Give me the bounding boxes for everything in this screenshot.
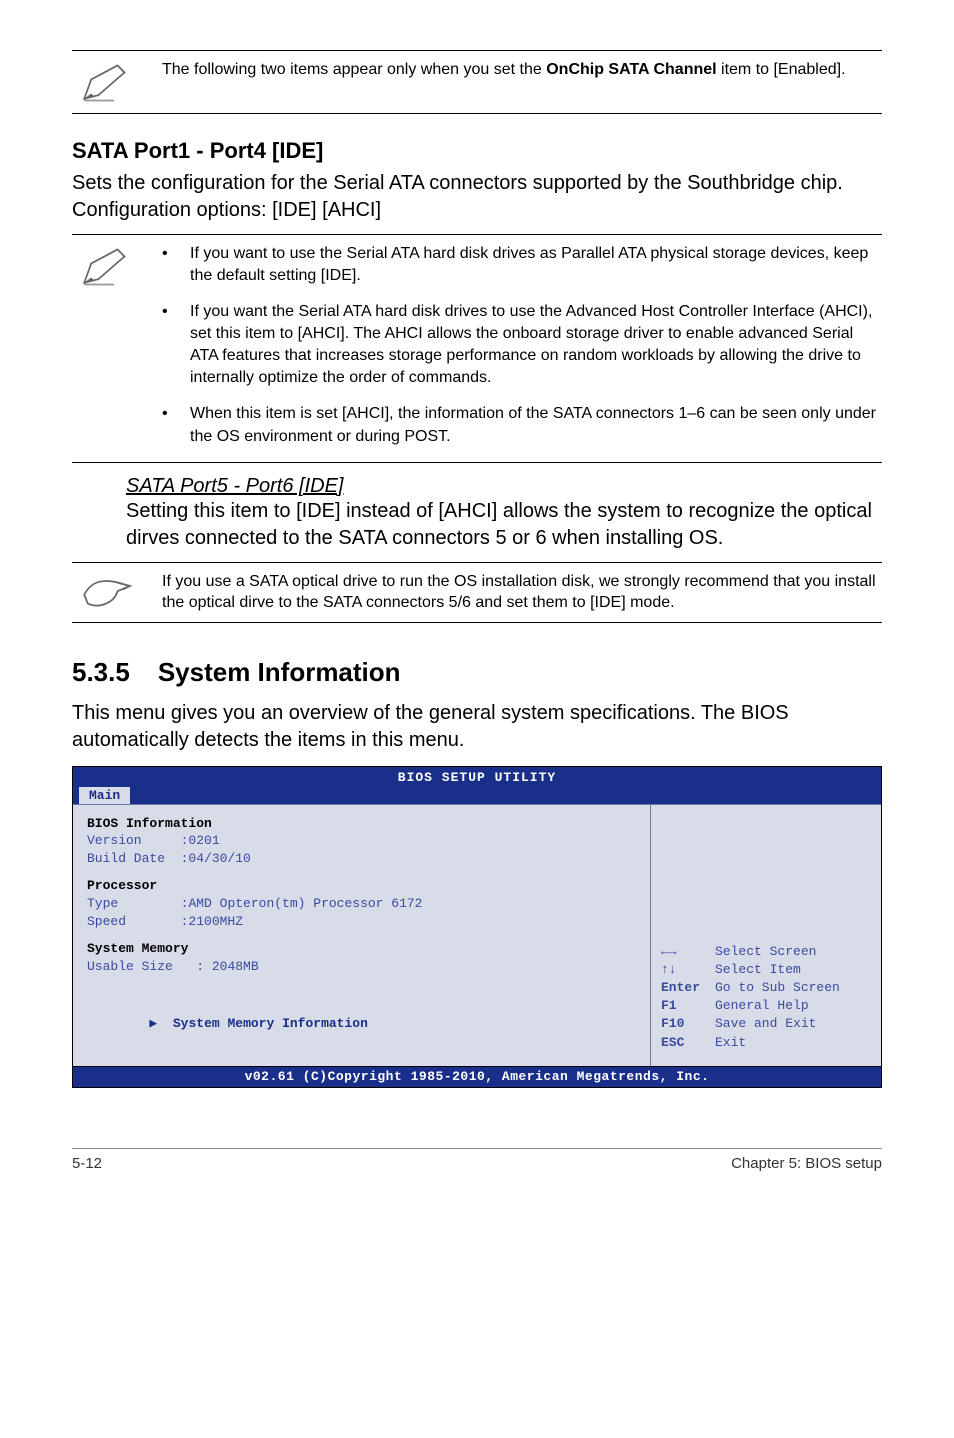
bios-titlebar: BIOS SETUP UTILITY Main (73, 767, 881, 804)
note-optical-drive: If you use a SATA optical drive to run t… (72, 571, 882, 614)
bios-section-processor: Processor (87, 878, 157, 893)
bios-help-row: F10 Save and Exit (661, 1015, 871, 1033)
bios-help-text: Exit (715, 1034, 746, 1052)
bios-help-text: General Help (715, 997, 809, 1015)
bios-help-row: F1 General Help (661, 997, 871, 1015)
bios-help-row: Enter Go to Sub Screen (661, 979, 871, 997)
bios-left-panel: BIOS Information Version :0201 Build Dat… (73, 805, 651, 1066)
bios-help-key: ←→ (661, 943, 707, 961)
bios-help-key: F1 (661, 997, 707, 1015)
heading-sata-port1-4: SATA Port1 - Port4 [IDE] (72, 138, 882, 164)
bios-section-biosinfo: BIOS Information (87, 816, 212, 831)
paragraph-sata-port1-4: Sets the configuration for the Serial AT… (72, 170, 882, 224)
page-footer: 5-12 Chapter 5: BIOS setup (72, 1148, 882, 1172)
bios-label-usable: Usable Size (87, 959, 173, 974)
paragraph-system-information: This menu gives you an overview of the g… (72, 700, 882, 754)
bullet-icon: • (162, 403, 172, 447)
heading-text: System Information (158, 657, 401, 688)
bios-value-usable: : 2048MB (196, 959, 258, 974)
bullet-ide: • If you want to use the Serial ATA hard… (162, 243, 882, 287)
bios-help-key: ESC (661, 1034, 707, 1052)
bios-help-panel: ←→ Select Screen ↑↓ Select Item Enter Go to S… (651, 805, 881, 1066)
triangle-right-icon: ▶ (149, 1016, 157, 1031)
bios-help-row: ESC Exit (661, 1034, 871, 1052)
note-text: The following two items appear only when… (162, 59, 882, 81)
bios-setup-screenshot: BIOS SETUP UTILITY Main BIOS Information… (72, 766, 882, 1088)
bios-label-builddate: Build Date (87, 851, 165, 866)
note-sata-options: • If you want to use the Serial ATA hard… (72, 243, 882, 454)
heading-system-information: 5.3.5 System Information (72, 657, 882, 688)
chapter-label: Chapter 5: BIOS setup (731, 1155, 882, 1172)
bios-section-sysmem: System Memory (87, 941, 188, 956)
bullet-text: If you want to use the Serial ATA hard d… (190, 243, 882, 287)
bios-label-type: Type (87, 896, 118, 911)
bios-value-speed: :2100MHZ (181, 914, 243, 929)
bullet-ahci-info: • When this item is set [AHCI], the info… (162, 403, 882, 447)
bios-help-text: Select Screen (715, 943, 816, 961)
bullet-icon: • (162, 301, 172, 389)
bullet-icon: • (162, 243, 172, 287)
bios-copyright: v02.61 (C)Copyright 1985-2010, American … (73, 1066, 881, 1087)
bios-help-key: ↑↓ (661, 961, 707, 979)
paragraph-sata-port5-6: Setting this item to [IDE] instead of [A… (126, 498, 882, 552)
bios-value-type: :AMD Opteron(tm) Processor 6172 (181, 896, 423, 911)
page-number: 5-12 (72, 1155, 102, 1172)
bullet-text: When this item is set [AHCI], the inform… (190, 403, 882, 447)
bios-submenu-system-memory-info[interactable]: ▶ System Memory Information (87, 997, 636, 1050)
hand-pointer-icon (72, 571, 142, 613)
bios-help-key: F10 (661, 1015, 707, 1033)
bios-help-row: ←→ Select Screen (661, 943, 871, 961)
bios-help-text: Go to Sub Screen (715, 979, 840, 997)
note-text: If you use a SATA optical drive to run t… (162, 571, 882, 614)
bios-label-version: Version (87, 833, 142, 848)
heading-number: 5.3.5 (72, 657, 130, 688)
bios-tab-main[interactable]: Main (79, 787, 130, 804)
bios-help-row: ↑↓ Select Item (661, 961, 871, 979)
bios-value-builddate: :04/30/10 (181, 851, 251, 866)
bullet-text: If you want the Serial ATA hard disk dri… (190, 301, 882, 389)
note-onchip-sata: The following two items appear only when… (72, 59, 882, 105)
bios-help-text: Select Item (715, 961, 801, 979)
bios-help-key: Enter (661, 979, 707, 997)
subheading-sata-port5-6: SATA Port5 - Port6 [IDE] (126, 475, 882, 498)
bios-label-speed: Speed (87, 914, 126, 929)
pencil-icon (72, 59, 142, 105)
bios-title: BIOS SETUP UTILITY (199, 770, 755, 785)
bios-value-version: :0201 (181, 833, 220, 848)
bios-help-text: Save and Exit (715, 1015, 816, 1033)
bullet-ahci: • If you want the Serial ATA hard disk d… (162, 301, 882, 389)
pencil-icon (72, 243, 142, 289)
